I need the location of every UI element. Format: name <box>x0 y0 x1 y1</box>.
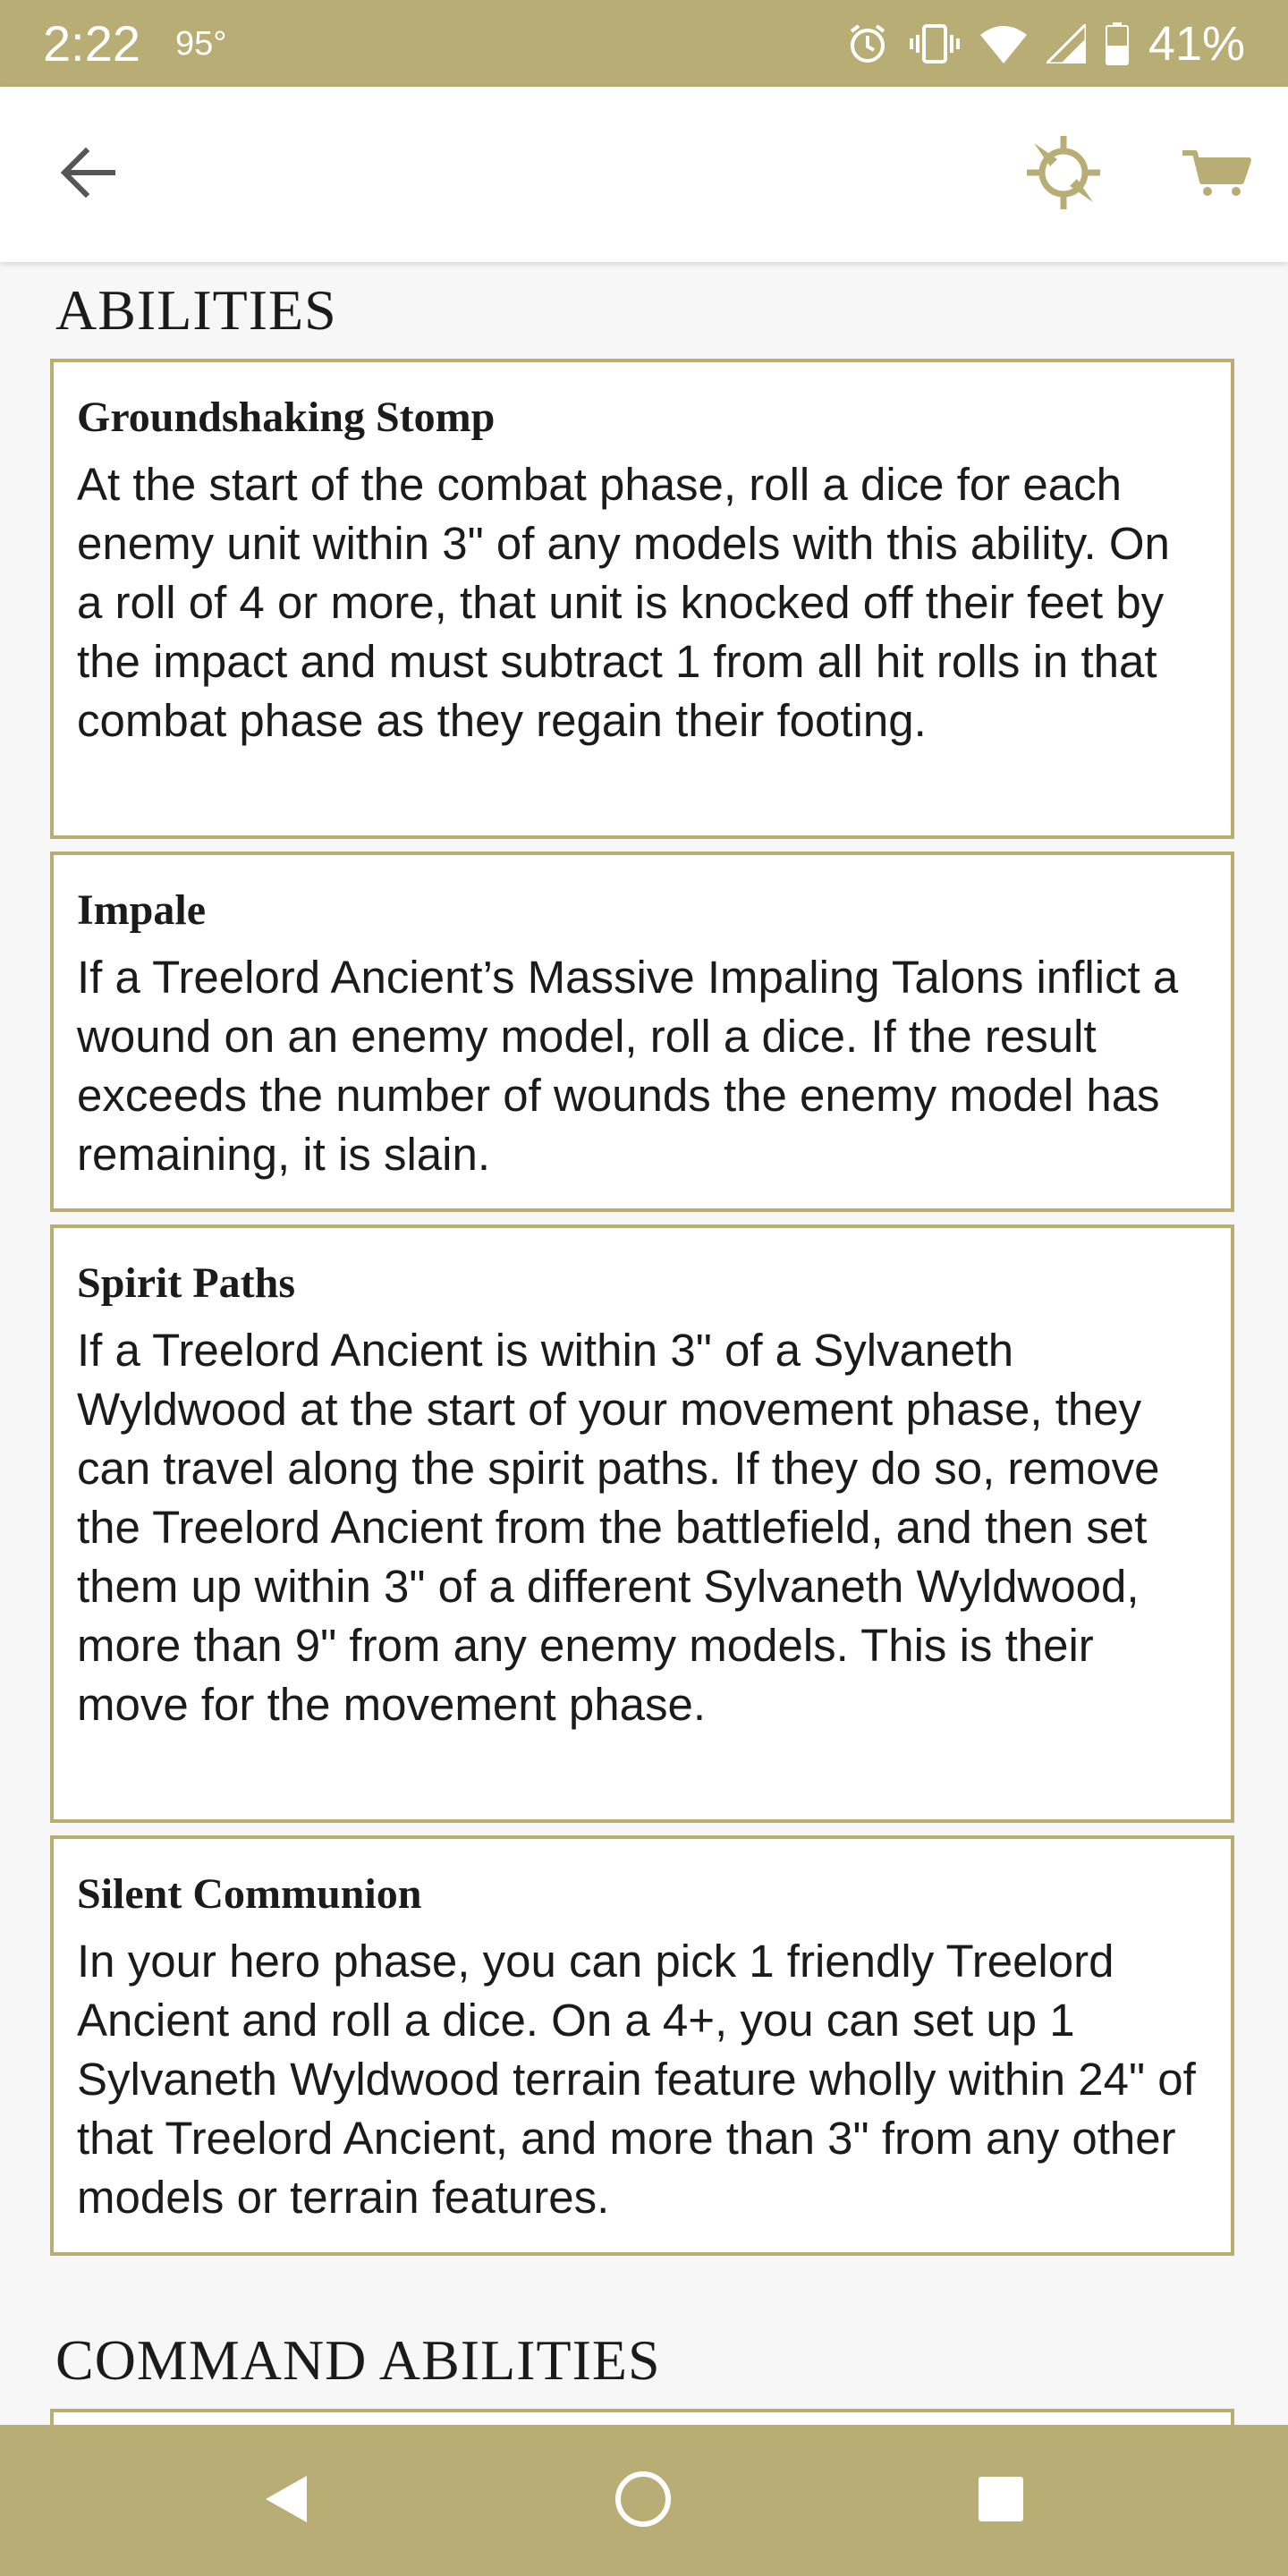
vibrate-icon <box>909 22 961 65</box>
ability-card: Impale If a Treelord Ancient’s Massive I… <box>50 852 1234 1212</box>
ability-card: Silent Communion In your hero phase, you… <box>50 1835 1234 2256</box>
ability-text: In your hero phase, you can pick 1 frien… <box>77 1936 1196 2223</box>
content-area[interactable]: ABILITIES Groundshaking Stomp At the sta… <box>0 262 1288 2425</box>
ability-card: Spirit Paths If a Treelord Ancient is wi… <box>50 1224 1234 1823</box>
battery-percent: 41% <box>1148 17 1245 71</box>
status-temperature: 95° <box>175 25 227 63</box>
nav-home-icon <box>614 2470 673 2533</box>
ability-name: Spirit Paths <box>77 1259 296 1307</box>
nav-back-button[interactable] <box>236 2461 335 2541</box>
nav-recents-icon <box>976 2474 1026 2529</box>
alarm-icon <box>846 22 889 65</box>
back-button[interactable] <box>45 133 131 216</box>
status-bar: 2:22 95° 41% <box>0 0 1288 87</box>
app-bar <box>0 87 1288 262</box>
nav-home-button[interactable] <box>594 2461 692 2541</box>
ability-text: If a Treelord Ancient’s Massive Impaling… <box>77 952 1179 1180</box>
ability-text: If a Treelord Ancient is within 3" of a … <box>77 1325 1160 1730</box>
battery-icon <box>1105 22 1129 65</box>
compass-icon <box>1023 132 1104 217</box>
command-abilities-section-title: COMMAND ABILITIES <box>55 2328 661 2392</box>
wifi-icon <box>979 24 1027 64</box>
ability-name: Groundshaking Stomp <box>77 394 496 441</box>
cart-icon <box>1181 148 1252 202</box>
ability-card: Groundshaking Stomp At the start of the … <box>50 359 1234 839</box>
ability-text: At the start of the combat phase, roll a… <box>77 459 1170 746</box>
status-time: 2:22 <box>43 15 140 72</box>
status-icons: 41% <box>846 13 1245 75</box>
ability-name: Impale <box>77 886 206 934</box>
ability-name: Silent Communion <box>77 1870 422 1918</box>
cart-button[interactable] <box>1172 137 1261 212</box>
compass-button[interactable] <box>1016 130 1111 219</box>
nav-back-icon <box>260 2472 310 2530</box>
system-nav-bar <box>0 2425 1288 2576</box>
abilities-section-title: ABILITIES <box>55 278 337 342</box>
ability-card-partial <box>50 2409 1234 2425</box>
back-arrow-icon <box>59 146 116 204</box>
nav-recents-button[interactable] <box>952 2461 1050 2541</box>
signal-icon <box>1046 24 1086 64</box>
